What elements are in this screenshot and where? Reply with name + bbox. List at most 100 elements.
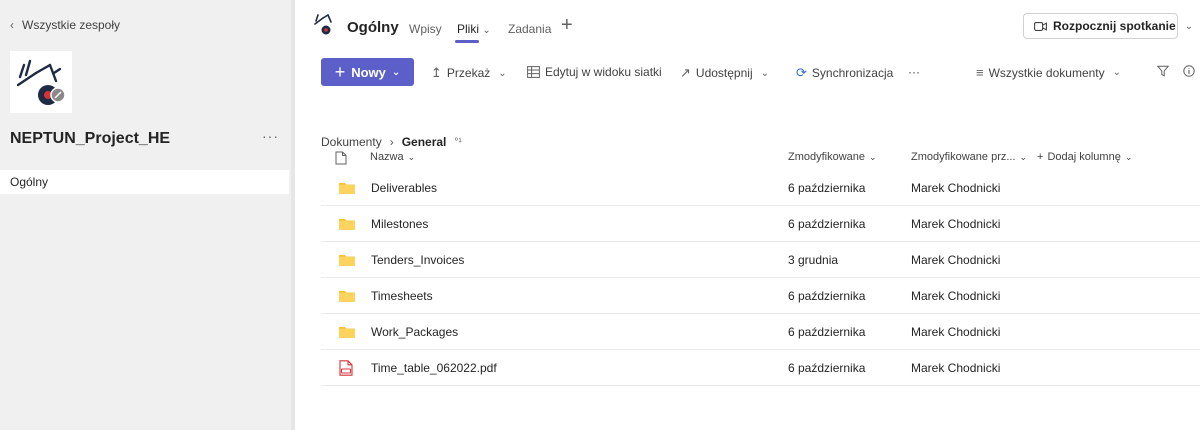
share-icon: ↗ xyxy=(680,65,691,80)
toolbar-more-button[interactable]: ··· xyxy=(908,65,920,79)
file-modified-by[interactable]: Marek Chodnicki xyxy=(911,289,1000,303)
table-header: Nazwa ⌄ Zmodyfikowane ⌄ Zmodyfikowane pr… xyxy=(295,151,1200,171)
pdf-file-icon xyxy=(339,360,353,376)
filter-icon xyxy=(1157,65,1169,77)
file-name[interactable]: Time_table_062022.pdf xyxy=(371,361,497,375)
team-name: NEPTUN_Project_HE xyxy=(10,130,171,147)
filter-button[interactable] xyxy=(1157,65,1169,77)
folder-icon xyxy=(339,183,355,194)
chevron-down-icon: ⌄ xyxy=(1112,67,1122,78)
chevron-down-icon: ⌄ xyxy=(498,67,507,79)
table-row[interactable]: Timesheets 6 października Marek Chodnick… xyxy=(321,278,1200,314)
video-camera-icon xyxy=(1034,21,1047,31)
upload-icon: ↥ xyxy=(431,65,442,80)
document-toolbar: + Nowy ⌄ ↥ Przekaż ⌄ Edytuj w widoku sia… xyxy=(295,50,1200,94)
list-view-icon: ≡ xyxy=(976,65,984,80)
start-meeting-label: Rozpocznij spotkanie xyxy=(1053,19,1176,33)
new-label: Nowy xyxy=(351,64,386,80)
folder-icon xyxy=(339,291,355,302)
tab-pliki[interactable]: Pliki ⌄ xyxy=(457,22,491,36)
file-modified: 6 października xyxy=(788,325,866,339)
start-meeting-button[interactable]: Rozpocznij spotkanie xyxy=(1023,13,1178,39)
column-header-modified-by[interactable]: Zmodyfikowane prz... ⌄ xyxy=(911,151,1027,163)
file-modified: 6 października xyxy=(788,289,866,303)
grid-edit-button[interactable]: Edytuj w widoku siatki xyxy=(527,65,662,79)
sync-button[interactable]: ⟳ Synchronizacja xyxy=(796,65,893,81)
table-row[interactable]: Time_table_062022.pdf 6 października Mar… xyxy=(321,350,1200,386)
people-icon: °¹ xyxy=(454,136,462,148)
channel-header: Ogólny Wpisy Pliki ⌄ Zadania + Rozpoczni… xyxy=(295,0,1200,50)
plus-icon: + xyxy=(1037,151,1044,163)
info-icon xyxy=(1183,65,1195,77)
table-row[interactable]: Tenders_Invoices 3 grudnia Marek Chodnic… xyxy=(321,242,1200,278)
tab-pliki-label: Pliki xyxy=(457,22,480,36)
tab-wpisy[interactable]: Wpisy xyxy=(409,22,442,36)
view-label: Wszystkie dokumenty xyxy=(988,65,1105,80)
file-type-header[interactable] xyxy=(335,151,347,165)
column-header-name[interactable]: Nazwa ⌄ xyxy=(370,151,415,163)
document-icon xyxy=(335,151,347,165)
grid-icon xyxy=(527,66,540,78)
upload-label: Przekaż xyxy=(446,66,491,80)
sync-label: Synchronizacja xyxy=(811,66,894,80)
file-modified: 3 grudnia xyxy=(788,253,839,267)
chevron-down-icon: ⌄ xyxy=(760,67,769,79)
chevron-down-icon: ⌄ xyxy=(407,151,416,162)
channel-label: Ogólny xyxy=(10,175,49,189)
team-sidebar: ‹ Wszystkie zespoły NEPTUN_Project_HE ··… xyxy=(0,0,291,430)
file-name[interactable]: Timesheets xyxy=(371,289,433,303)
file-name[interactable]: Deliverables xyxy=(371,181,437,195)
file-name[interactable]: Tenders_Invoices xyxy=(371,253,464,267)
file-modified-by[interactable]: Marek Chodnicki xyxy=(911,361,1000,375)
back-label: Wszystkie zespoły xyxy=(22,18,121,32)
team-more-options-button[interactable]: ··· xyxy=(262,128,279,144)
channel-title: Ogólny xyxy=(347,19,399,36)
add-column-button[interactable]: + Dodaj kolumnę ⌄ xyxy=(1037,151,1132,163)
share-button[interactable]: ↗ Udostępnij ⌄ xyxy=(680,65,769,81)
add-column-label: Dodaj kolumnę xyxy=(1047,151,1121,163)
file-name[interactable]: Work_Packages xyxy=(371,325,458,339)
folder-icon xyxy=(339,219,355,230)
upload-button[interactable]: ↥ Przekaż ⌄ xyxy=(431,65,507,81)
new-button[interactable]: + Nowy ⌄ xyxy=(321,58,414,86)
share-label: Udostępnij xyxy=(695,66,753,80)
back-to-teams-link[interactable]: ‹ Wszystkie zespoły xyxy=(10,18,120,32)
column-header-modified-by-label: Zmodyfikowane prz... xyxy=(911,151,1016,163)
column-header-modified-label: Zmodyfikowane xyxy=(788,151,866,163)
file-modified-by[interactable]: Marek Chodnicki xyxy=(911,325,1000,339)
chevron-left-icon: ‹ xyxy=(10,18,14,32)
table-row[interactable]: Deliverables 6 października Marek Chodni… xyxy=(321,170,1200,206)
table-row[interactable]: Work_Packages 6 października Marek Chodn… xyxy=(321,314,1200,350)
channel-icon xyxy=(314,14,332,35)
meeting-options-dropdown[interactable]: ⌄ xyxy=(1178,13,1200,39)
file-modified: 6 października xyxy=(788,361,866,375)
grid-edit-label: Edytuj w widoku siatki xyxy=(545,65,662,79)
file-name[interactable]: Milestones xyxy=(371,217,428,231)
sync-icon: ⟳ xyxy=(796,65,807,80)
sidebar-item-ogolny[interactable]: Ogólny xyxy=(0,170,289,194)
column-header-modified[interactable]: Zmodyfikowane ⌄ xyxy=(788,151,877,163)
file-modified: 6 października xyxy=(788,181,866,195)
info-button[interactable] xyxy=(1183,65,1195,77)
team-logo xyxy=(10,51,72,113)
chevron-right-icon: › xyxy=(389,135,394,149)
breadcrumb-current: General xyxy=(401,135,447,149)
breadcrumb-root-link[interactable]: Dokumenty xyxy=(321,135,382,149)
add-tab-button[interactable]: + xyxy=(561,14,573,37)
chevron-down-icon: ⌄ xyxy=(1124,151,1133,162)
file-modified-by[interactable]: Marek Chodnicki xyxy=(911,181,1000,195)
plus-icon: + xyxy=(334,61,346,82)
folder-icon xyxy=(339,255,355,266)
file-modified-by[interactable]: Marek Chodnicki xyxy=(911,253,1000,267)
column-header-name-label: Nazwa xyxy=(370,151,404,163)
view-selector[interactable]: ≡ Wszystkie dokumenty ⌄ xyxy=(976,65,1121,80)
chevron-down-icon: ⌄ xyxy=(482,25,491,36)
chevron-down-icon: ⌄ xyxy=(1019,151,1028,162)
tab-zadania[interactable]: Zadania xyxy=(508,22,551,36)
file-modified-by[interactable]: Marek Chodnicki xyxy=(911,217,1000,231)
breadcrumb: Dokumenty › General °¹ xyxy=(321,135,462,149)
chevron-down-icon: ⌄ xyxy=(869,151,877,162)
active-tab-indicator xyxy=(455,40,479,43)
table-row[interactable]: Milestones 6 października Marek Chodnick… xyxy=(321,206,1200,242)
chevron-down-icon: ⌄ xyxy=(391,66,401,78)
